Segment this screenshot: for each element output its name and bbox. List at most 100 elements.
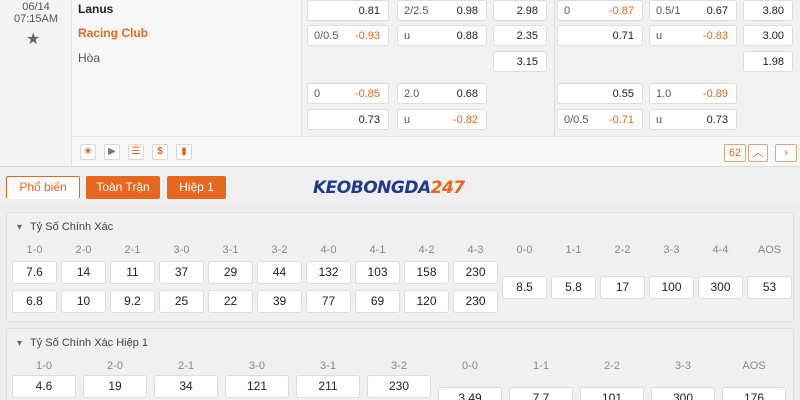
score-odds-cell[interactable]: 8.5 <box>502 276 547 299</box>
odds-cell-h1-alt-under[interactable]: u 0.73 <box>649 109 737 130</box>
star-icon[interactable]: ★ <box>80 144 96 160</box>
score-odds-cell[interactable]: 120 <box>404 290 449 313</box>
correct-score-panel: ▾ Tỷ Số Chính Xác 1-0 2-0 2-1 3-0 3-1 3-2 4-0 4-… <box>6 212 794 322</box>
collapse-chevron-up-icon[interactable]: ︿ <box>748 144 768 162</box>
score-odds-cell[interactable]: 39 <box>257 290 302 313</box>
score-odds-cell[interactable]: 3.49 <box>438 387 502 400</box>
odds-cell-handicap-away[interactable]: 0/0.5 -0.93 <box>307 25 389 46</box>
dollar-icon[interactable]: $ <box>152 144 168 160</box>
score-odds-cell[interactable]: 5.8 <box>551 276 596 299</box>
score-odds-cell[interactable]: 103 <box>355 261 400 284</box>
score-odds-cell[interactable]: 230 <box>367 375 431 398</box>
score-odds-cell[interactable]: 53 <box>747 276 792 299</box>
market-tabs-row: Phổ biến Toàn Trận Hiệp 1 KEOBONGDA247 <box>0 166 800 206</box>
away-team[interactable]: Racing Club <box>78 26 148 40</box>
tab-popular[interactable]: Phổ biến <box>6 176 80 199</box>
score-odds-cell[interactable]: 22 <box>208 290 253 313</box>
score-header: 3-0 <box>173 244 190 256</box>
play-icon[interactable]: ▶ <box>104 144 120 160</box>
chevron-down-icon: ▾ <box>17 222 23 233</box>
odds-cell-h1-alt-handicap-away[interactable]: 0/0.5 -0.71 <box>557 109 643 130</box>
score-odds-cell[interactable]: 37 <box>159 261 204 284</box>
bar-chart-icon[interactable]: ▮ <box>176 144 192 160</box>
score-odds-cell[interactable]: 10 <box>61 290 106 313</box>
score-odds-cell[interactable]: 300 <box>698 276 743 299</box>
teams-column: Lanus Racing Club Hòa <box>72 0 302 136</box>
score-header: 3-1 <box>222 244 239 256</box>
score-header: 2-2 <box>604 360 620 372</box>
odds-cell-alt-under[interactable]: u -0.82 <box>397 109 487 130</box>
score-odds-cell[interactable]: 19 <box>83 375 147 398</box>
score-header: 3-1 <box>320 360 336 372</box>
score-odds-cell[interactable]: 7.7 <box>509 387 573 400</box>
score-odds-cell[interactable]: 25 <box>159 290 204 313</box>
score-odds-cell[interactable]: 7.6 <box>12 261 57 284</box>
odds-cell-under[interactable]: u 0.88 <box>397 25 487 46</box>
score-header: 3-3 <box>663 244 680 256</box>
score-odds-cell[interactable]: 29 <box>208 261 253 284</box>
score-header: 3-2 <box>391 360 407 372</box>
score-odds-cell[interactable]: 9.2 <box>110 290 155 313</box>
score-header: 3-0 <box>249 360 265 372</box>
score-odds-cell[interactable]: 6.8 <box>12 290 57 313</box>
correct-score-header[interactable]: ▾ Tỷ Số Chính Xác <box>17 221 113 233</box>
odds-cell-1x2-away[interactable]: 2.35 <box>493 25 547 46</box>
odds-cell-over[interactable]: 2/2.5 0.98 <box>397 0 487 21</box>
tab-full-match[interactable]: Toàn Trận <box>86 176 160 199</box>
favorite-star-icon[interactable]: ★ <box>26 29 40 49</box>
score-odds-cell[interactable]: 121 <box>225 375 289 398</box>
correct-score-half1-header[interactable]: ▾ Tỷ Số Chính Xác Hiệp 1 <box>17 337 148 349</box>
score-odds-cell[interactable]: 17 <box>600 276 645 299</box>
odds-cell-alt-handicap-away[interactable]: 0.73 <box>307 109 389 130</box>
score-odds-cell[interactable]: 34 <box>154 375 218 398</box>
score-header: 1-0 <box>26 244 43 256</box>
score-odds-cell[interactable]: 230 <box>453 261 498 284</box>
score-header: 4-2 <box>418 244 435 256</box>
odds-cell-h1-alt-handicap-home[interactable]: 0.55 <box>557 83 643 104</box>
score-odds-cell[interactable]: 158 <box>404 261 449 284</box>
chevron-down-icon: ▾ <box>17 338 23 349</box>
odds-cell-alt-over[interactable]: 2.0 0.68 <box>397 83 487 104</box>
score-odds-cell[interactable]: 300 <box>651 387 715 400</box>
score-odds-cell[interactable]: 132 <box>306 261 351 284</box>
home-team[interactable]: Lanus <box>78 2 113 16</box>
score-odds-cell[interactable]: 77 <box>306 290 351 313</box>
score-header: 0-0 <box>462 360 478 372</box>
score-header: 4-3 <box>467 244 484 256</box>
odds-cell-h1-1x2-home[interactable]: 3.80 <box>743 0 793 21</box>
odds-cell-handicap-home[interactable]: 0.81 <box>307 0 389 21</box>
tab-half-1[interactable]: Hiệp 1 <box>167 176 226 199</box>
more-markets-count[interactable]: 62 <box>724 144 746 162</box>
score-odds-cell[interactable]: 44 <box>257 261 302 284</box>
odds-cell-h1-1x2-draw[interactable]: 1.98 <box>743 51 793 72</box>
score-header: 2-2 <box>614 244 631 256</box>
odds-cell-h1-over[interactable]: 0.5/1 0.67 <box>649 0 737 21</box>
score-odds-cell[interactable]: 176 <box>722 387 786 400</box>
odds-cell-h1-handicap-away[interactable]: 0.71 <box>557 25 643 46</box>
odds-cell-h1-alt-over[interactable]: 1.0 -0.89 <box>649 83 737 104</box>
odds-cell-1x2-home[interactable]: 2.98 <box>493 0 547 21</box>
next-chevron-right-icon[interactable]: › <box>775 144 797 162</box>
score-odds-cell[interactable]: 4.6 <box>12 375 76 398</box>
odds-cell-h1-under[interactable]: u -0.83 <box>649 25 737 46</box>
odds-cell-1x2-draw[interactable]: 3.15 <box>493 51 547 72</box>
score-header: AOS <box>757 244 782 256</box>
score-header: 4-1 <box>369 244 386 256</box>
odds-cell-alt-handicap-home[interactable]: 0 -0.85 <box>307 83 389 104</box>
score-odds-cell[interactable]: 14 <box>61 261 106 284</box>
score-odds-cell[interactable]: 101 <box>580 387 644 400</box>
score-odds-cell[interactable]: 211 <box>296 375 360 398</box>
score-header: 3-2 <box>271 244 288 256</box>
stats-box-icon[interactable]: ☰ <box>128 144 144 160</box>
odds-cell-h1-1x2-away[interactable]: 3.00 <box>743 25 793 46</box>
odds-divider <box>554 0 555 136</box>
score-odds-cell[interactable]: 11 <box>110 261 155 284</box>
correct-score-half1-title: Tỷ Số Chính Xác Hiệp 1 <box>30 337 149 349</box>
score-header: 4-4 <box>712 244 729 256</box>
score-odds-cell[interactable]: 230 <box>453 290 498 313</box>
score-header: 2-0 <box>75 244 92 256</box>
score-header: 0-0 <box>516 244 533 256</box>
odds-cell-h1-handicap-home[interactable]: 0 -0.87 <box>557 0 643 21</box>
score-odds-cell[interactable]: 100 <box>649 276 694 299</box>
score-odds-cell[interactable]: 69 <box>355 290 400 313</box>
